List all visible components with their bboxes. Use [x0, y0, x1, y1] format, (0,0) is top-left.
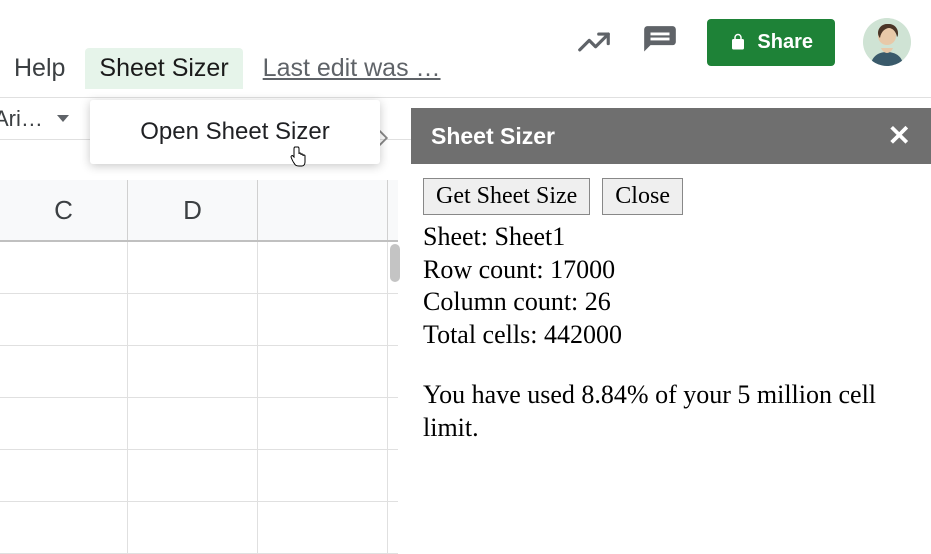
sidebar-body: Get Sheet Size Close Sheet: Sheet1 Row c… — [411, 164, 931, 458]
grid-rows — [0, 242, 398, 554]
column-count-line: Column count: 26 — [423, 286, 919, 319]
pointer-cursor-icon — [288, 146, 308, 173]
share-label: Share — [757, 31, 813, 54]
column-header-d[interactable]: D — [128, 180, 258, 240]
close-button[interactable]: Close — [602, 178, 683, 215]
get-sheet-size-button[interactable]: Get Sheet Size — [423, 178, 590, 215]
total-cells-line: Total cells: 442000 — [423, 319, 919, 352]
menu-help[interactable]: Help — [14, 54, 65, 83]
last-edit-link[interactable]: Last edit was … — [263, 54, 441, 83]
header-actions: Share — [575, 18, 911, 66]
addon-dropdown: Open Sheet Sizer — [90, 100, 380, 164]
sidebar-header: Sheet Sizer ✕ — [411, 108, 931, 164]
menu-bar: Help Sheet Sizer Last edit was … — [14, 48, 441, 89]
open-sheet-sizer-item[interactable]: Open Sheet Sizer — [90, 100, 380, 164]
table-row[interactable] — [0, 242, 398, 294]
sheet-sizer-sidebar: Sheet Sizer ✕ Get Sheet Size Close Sheet… — [411, 108, 931, 524]
spreadsheet-grid[interactable]: C D — [0, 180, 398, 524]
usage-line: You have used 8.84% of your 5 million ce… — [423, 379, 919, 444]
table-row[interactable] — [0, 398, 398, 450]
column-header-c[interactable]: C — [0, 180, 128, 240]
table-row[interactable] — [0, 502, 398, 554]
lock-icon — [729, 33, 747, 51]
table-row[interactable] — [0, 346, 398, 398]
font-selector[interactable]: Ari… — [0, 106, 77, 132]
close-icon[interactable]: ✕ — [888, 122, 911, 150]
sheet-name-line: Sheet: Sheet1 — [423, 221, 919, 254]
column-headers: C D — [0, 180, 398, 242]
table-row[interactable] — [0, 450, 398, 502]
sidebar-title: Sheet Sizer — [431, 123, 555, 150]
menu-sheet-sizer[interactable]: Sheet Sizer — [85, 48, 242, 89]
comment-icon[interactable] — [641, 23, 679, 61]
font-name: Ari… — [0, 106, 43, 132]
avatar[interactable] — [863, 18, 911, 66]
chevron-down-icon — [57, 115, 69, 122]
column-header-blank[interactable] — [258, 180, 388, 240]
app-header: Share Help Sheet Sizer Last edit was … — [0, 0, 931, 98]
row-count-line: Row count: 17000 — [423, 254, 919, 287]
share-button[interactable]: Share — [707, 19, 835, 66]
scrollbar-thumb[interactable] — [390, 244, 400, 282]
table-row[interactable] — [0, 294, 398, 346]
trending-icon[interactable] — [575, 23, 613, 61]
